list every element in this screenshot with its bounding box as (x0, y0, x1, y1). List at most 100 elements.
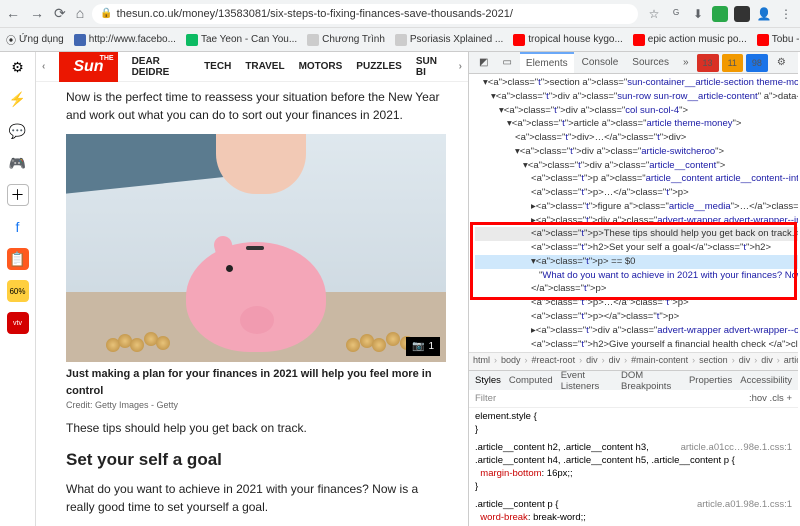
crumb[interactable]: article (784, 355, 798, 365)
dom-line[interactable]: <a">class="t">p>These tips should help y… (475, 227, 798, 241)
bookmark-item[interactable]: epic action music po... (633, 34, 747, 46)
star-icon[interactable]: ☆ (646, 6, 662, 22)
tab-console[interactable]: Console (576, 53, 625, 72)
nav-item[interactable]: SUN BI (416, 56, 445, 78)
dom-line[interactable]: "What do you want to achieve in 2021 wit… (475, 269, 798, 283)
info-badge[interactable]: 98 (746, 54, 768, 72)
tab-sources[interactable]: Sources (626, 53, 675, 72)
warning-badge[interactable]: 11 (722, 54, 743, 72)
bookmark-item[interactable]: Psoriasis Xplained ... (395, 34, 503, 46)
dom-line[interactable]: <a">class="t">div>…</a">class="t">div> (475, 131, 798, 145)
nav-buttons: ← → ⟳ ⌂ (6, 5, 84, 22)
bookmark-item[interactable]: http://www.facebo... (74, 34, 176, 46)
forward-icon[interactable]: → (30, 5, 44, 22)
plus-icon[interactable]: ＋ (7, 184, 29, 206)
facebook-icon[interactable]: f (7, 216, 29, 238)
browser-toolbar: ← → ⟳ ⌂ 🔒 thesun.co.uk/money/13583081/si… (0, 0, 800, 28)
bookmark-item[interactable]: Tae Yeon - Can You... (186, 34, 297, 46)
crumb[interactable]: div (761, 355, 773, 365)
css-rule[interactable]: article.a01cc…98e.1.css:1.article__conte… (475, 441, 792, 494)
nav-item[interactable]: TRAVEL (245, 61, 284, 72)
crumb[interactable]: div (739, 355, 751, 365)
dom-line[interactable]: <a">class="t">p>…</a">class="t">p> (475, 186, 798, 200)
reload-icon[interactable]: ⟳ (54, 5, 66, 22)
dom-line[interactable]: ▾<a">class="t">div a">class="col sun-col… (475, 104, 798, 118)
image-count-badge[interactable]: 📷 1 (406, 337, 440, 356)
crumb[interactable]: html (473, 355, 490, 365)
crumb[interactable]: #react-root (532, 355, 576, 365)
dom-line[interactable]: ▾<a">class="t">div a">class="article__co… (475, 159, 798, 173)
subtab-computed[interactable]: Computed (509, 375, 553, 386)
site-logo[interactable]: THESun (59, 52, 117, 82)
messenger-icon[interactable]: 💬 (7, 120, 29, 142)
menu-icon[interactable]: ⋮ (778, 6, 794, 22)
crumb[interactable]: body (501, 355, 521, 365)
dom-line[interactable]: ▾<a">class="t">p> == $0 (475, 255, 798, 269)
bookmark-item[interactable]: tropical house kygo... (513, 34, 623, 46)
nav-item[interactable]: TECH (204, 61, 231, 72)
dom-line[interactable]: <a">class="t">p a">class="article__conte… (475, 172, 798, 186)
crumb[interactable]: section (699, 355, 728, 365)
dom-line[interactable]: <a">class="t">h2>Give yourself a financi… (475, 338, 798, 352)
dom-line[interactable]: ▸<a">class="t">div a">class="advert-wrap… (475, 324, 798, 338)
nav-item[interactable]: PUZZLES (356, 61, 402, 72)
error-badge[interactable]: 13 (697, 54, 719, 72)
page-viewport[interactable]: ‹ THESun DEAR DEIDRE TECH TRAVEL MOTORS … (36, 52, 468, 526)
back-icon[interactable]: ← (6, 5, 20, 22)
filter-input[interactable]: Filter (475, 393, 496, 404)
nav-prev-icon[interactable]: ‹ (42, 61, 45, 72)
subtab-accessibility[interactable]: Accessibility (740, 375, 792, 386)
dom-line[interactable]: ▸<a">class="t">figure a">class="article_… (475, 200, 798, 214)
css-rule[interactable]: article.a01.98e.1.css:1.article__content… (475, 498, 792, 526)
device-icon[interactable]: ▭ (496, 53, 517, 72)
css-rule[interactable]: element.style {} (475, 410, 792, 437)
hero-image: 📷 1 (66, 134, 446, 362)
vtv-icon[interactable]: vtv (7, 312, 29, 334)
note-icon[interactable]: 📋 (7, 248, 29, 270)
address-bar[interactable]: 🔒 thesun.co.uk/money/13583081/six-steps-… (92, 4, 638, 24)
badge-icon[interactable]: 60% (7, 280, 29, 302)
more-icon[interactable]: ⋮ (795, 53, 800, 72)
crumb[interactable]: div (586, 355, 598, 365)
gear-icon[interactable]: ⚙ (7, 56, 29, 78)
subtab-styles[interactable]: Styles (475, 375, 501, 386)
tabs-more-icon[interactable]: » (677, 53, 695, 72)
ext1-icon[interactable] (712, 6, 728, 22)
filter-actions[interactable]: :hov .cls + (749, 393, 792, 404)
dom-line[interactable]: <a">class="t">p>…</a">class="t">p> (475, 296, 798, 310)
dom-line[interactable]: ▾<a">class="t">article a">class="article… (475, 117, 798, 131)
dom-line[interactable]: ▾<a">class="t">div a">class="sun-row sun… (475, 90, 798, 104)
bookmark-item[interactable]: Chương Trình (307, 34, 385, 46)
crumb[interactable]: div (609, 355, 621, 365)
nav-next-icon[interactable]: › (459, 61, 462, 72)
home-icon[interactable]: ⌂ (76, 5, 84, 22)
styles-panel[interactable]: element.style {} article.a01cc…98e.1.css:… (469, 408, 798, 526)
nav-item[interactable]: MOTORS (299, 61, 343, 72)
bookmark-item[interactable]: Tobu - Marsmellow... (757, 34, 800, 46)
download-icon[interactable]: ⬇ (690, 6, 706, 22)
nav-item[interactable]: DEAR DEIDRE (132, 56, 191, 78)
dom-line[interactable]: <a">class="t">h2>Set your self a goal</a… (475, 241, 798, 255)
translate-icon[interactable]: ᴳ (668, 6, 684, 22)
ext2-icon[interactable] (734, 6, 750, 22)
inspect-icon[interactable]: ◩ (473, 53, 494, 72)
lightning-icon[interactable]: ⚡ (7, 88, 29, 110)
crumb[interactable]: #main-content (631, 355, 688, 365)
dom-line[interactable]: <a">class="t">p></a">class="t">p> (475, 310, 798, 324)
tab-elements[interactable]: Elements (520, 52, 574, 73)
avatar-icon[interactable]: 👤 (756, 6, 772, 22)
dom-line[interactable]: ▾<a">class="t">section a">class="sun-con… (475, 76, 798, 90)
settings-icon[interactable]: ⚙ (771, 53, 792, 72)
subtab-dombreakpoints[interactable]: DOM Breakpoints (621, 370, 681, 392)
game-icon[interactable]: 🎮 (7, 152, 29, 174)
dom-line[interactable]: ▸<a">class="t">div a">class="advert-wrap… (475, 214, 798, 228)
lock-icon: 🔒 (100, 8, 112, 19)
dom-line[interactable]: </a">class="t">p> (475, 282, 798, 296)
breadcrumbs[interactable]: html›body›#react-root›div›div›#main-cont… (469, 352, 798, 370)
apps-button[interactable]: ⦿ Ứng dụng (6, 32, 64, 47)
figure-credit: Credit: Getty Images - Getty (66, 399, 448, 413)
dom-tree[interactable]: ▾<a">class="t">section a">class="sun-con… (469, 74, 798, 352)
subtab-properties[interactable]: Properties (689, 375, 732, 386)
subtab-eventlisteners[interactable]: Event Listeners (561, 370, 613, 392)
dom-line[interactable]: ▾<a">class="t">div a">class="article-swi… (475, 145, 798, 159)
